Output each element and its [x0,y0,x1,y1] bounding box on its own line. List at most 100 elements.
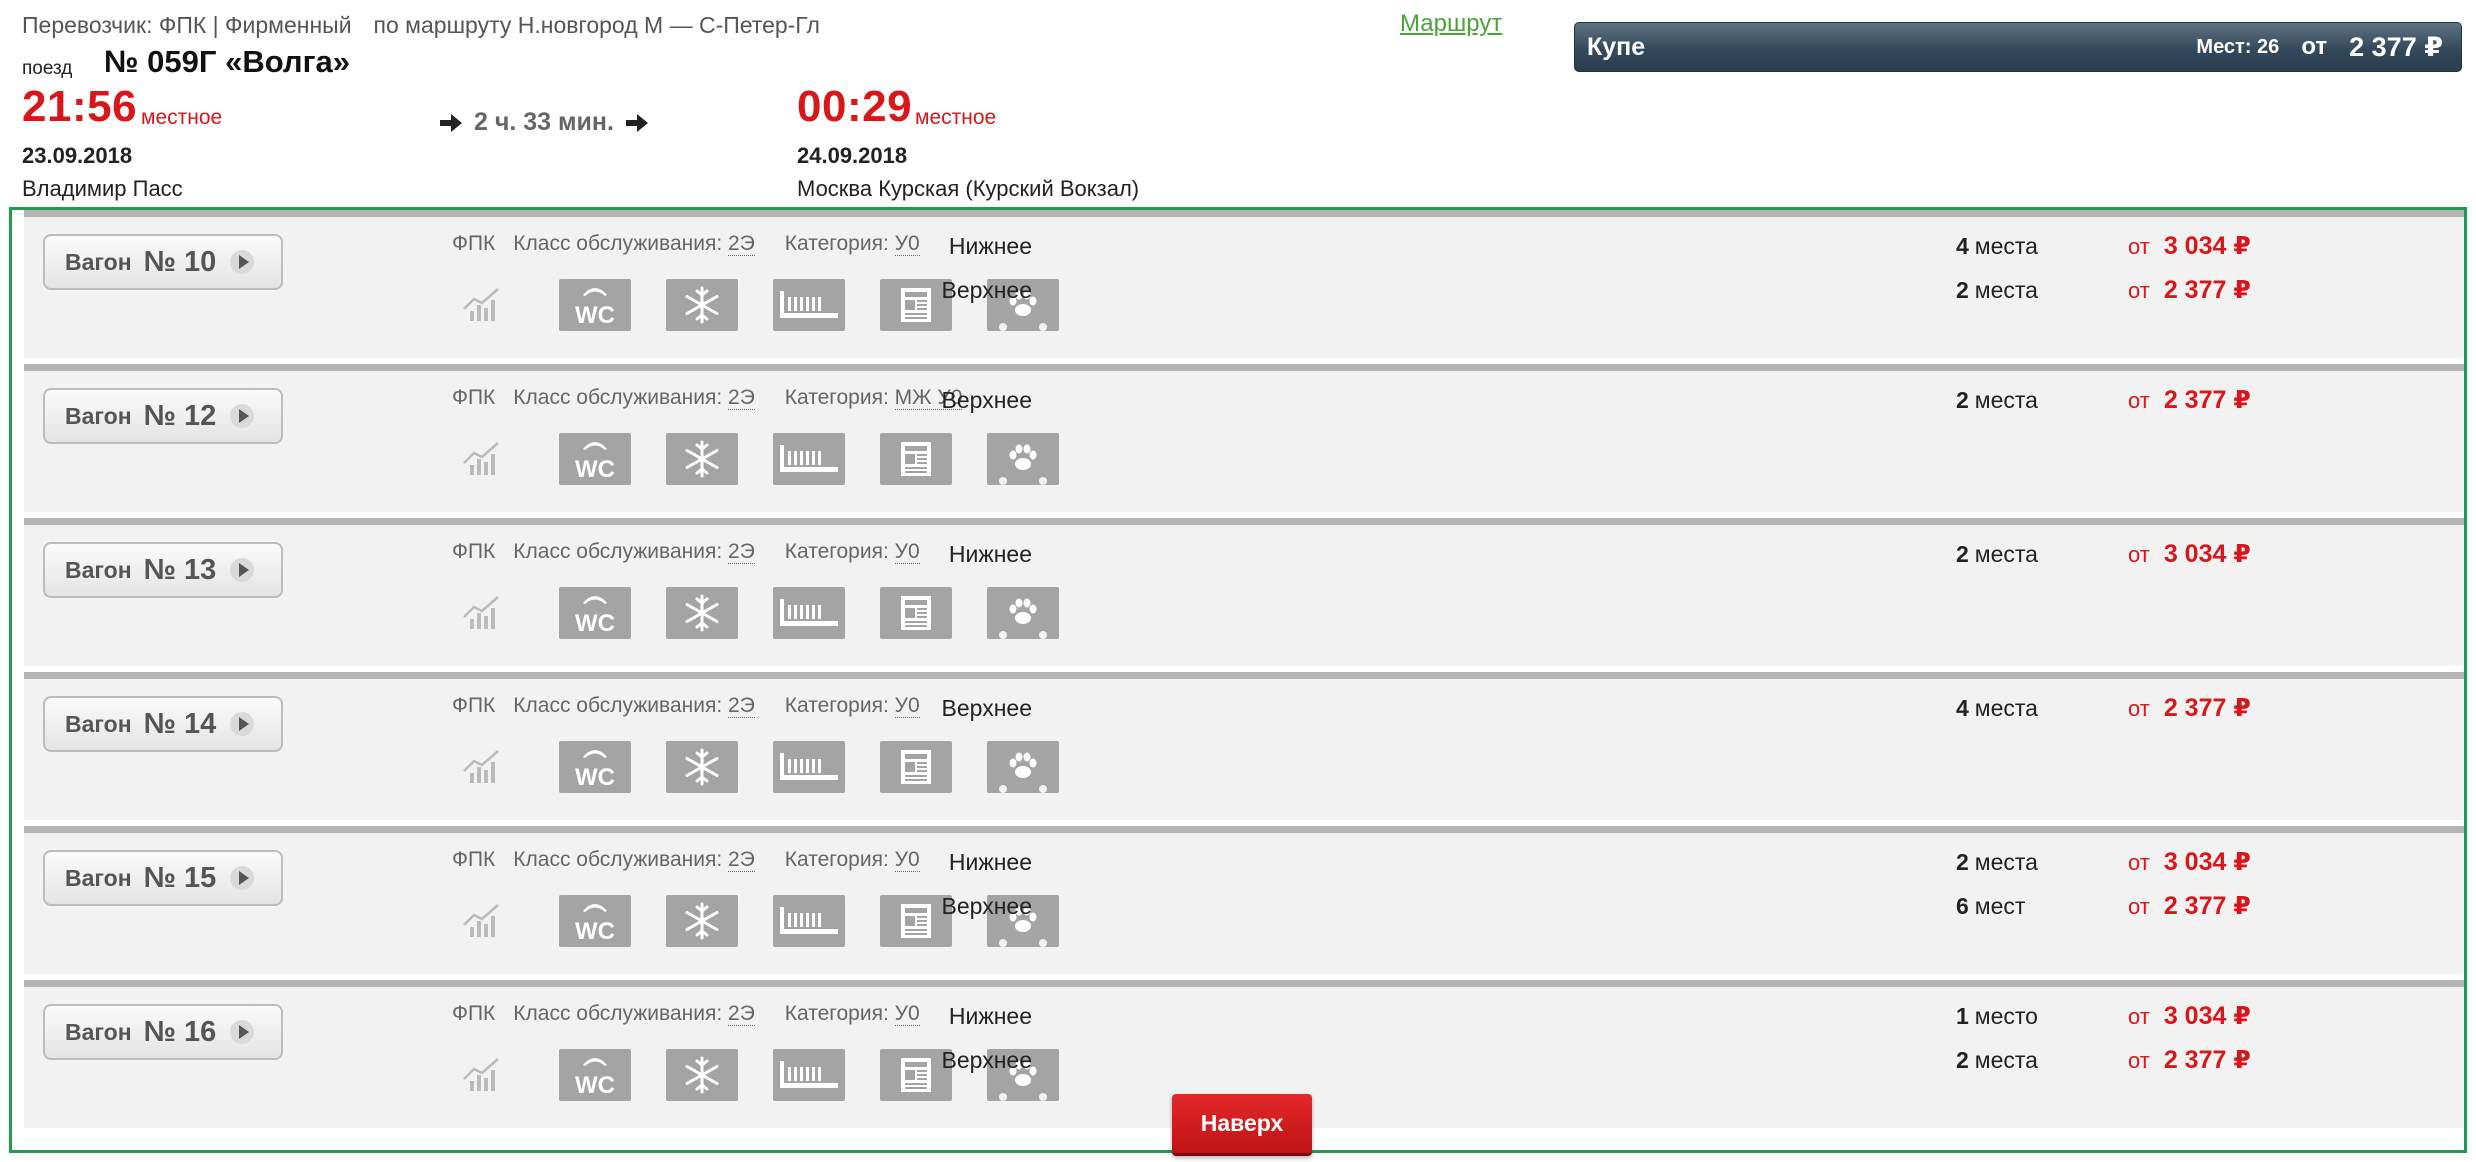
wc-icon[interactable]: WC [559,741,631,793]
toothbrush-kit-icon[interactable] [773,433,845,485]
price-value: 3 034 ₽ [2163,848,2251,876]
toothbrush-kit-icon[interactable] [773,587,845,639]
seat-option[interactable]: Верхнее 6 мест от 2 377 ₽ [24,891,2464,921]
seat-count: 6 мест [1956,893,2025,920]
trip-duration: 2 ч. 33 мин. [440,108,648,137]
seat-count: 4 места [1956,695,2038,722]
seat-option[interactable]: Нижнее 4 места от 3 034 ₽ [24,231,2464,261]
seat-price[interactable]: от 3 034 ₽ [2128,1001,2251,1031]
wagon-row: Вагон № 12 ФПК Класс обслуживания: 2Э Катего… [24,364,2464,512]
seat-count-unit: места [1974,848,2038,875]
seat-option[interactable]: Нижнее 2 места от 3 034 ₽ [24,847,2464,877]
pets-icon[interactable] [987,433,1059,485]
seat-count-unit: место [1974,1002,2038,1029]
pets-icon[interactable] [987,587,1059,639]
carrier-text: Перевозчик: ФПК | Фирменный [22,12,352,38]
price-value: 3 034 ₽ [2163,540,2251,568]
seat-count-unit: места [1974,386,2038,413]
duration-text: 2 ч. 33 мин. [474,108,614,136]
seat-price[interactable]: от 2 377 ₽ [2128,891,2251,921]
seat-count-number: 4 [1956,694,1969,721]
seat-count-unit: места [1974,1046,2038,1073]
svg-text:WC: WC [575,456,615,483]
amenity-icons: WC [462,587,1094,639]
route-link[interactable]: Маршрут [1400,10,1502,38]
seat-count-unit: места [1974,276,2038,303]
wagon-list: Вагон № 10 ФПК Класс обслуживания: 2Э Катего… [9,207,2467,1153]
price-from-label: от [2128,234,2150,259]
wagon-row: Вагон № 10 ФПК Класс обслуживания: 2Э Катего… [24,210,2464,358]
seat-type: Нижнее [948,540,1032,567]
seat-option[interactable]: Верхнее 2 места от 2 377 ₽ [24,1045,2464,1075]
wc-icon[interactable]: WC [559,433,631,485]
price-from-label: от [2128,278,2150,303]
price-from-label: от [2128,696,2150,721]
newspaper-icon[interactable] [880,433,952,485]
car-class-bar[interactable]: Купе Мест: 26 от 2 377 ₽ [1574,22,2462,72]
seat-count-number: 2 [1956,386,1969,413]
train-name: № 059Г «Волга» [104,44,350,79]
seat-count: 2 места [1956,277,2038,304]
arrow-right-icon [440,113,462,132]
seat-option[interactable]: Верхнее 4 места от 2 377 ₽ [24,693,2464,723]
toothbrush-kit-icon[interactable] [773,741,845,793]
price-from-label: от [2128,388,2150,413]
seat-option[interactable]: Нижнее 2 места от 3 034 ₽ [24,539,2464,569]
seat-price[interactable]: от 2 377 ₽ [2128,385,2251,415]
pets-icon[interactable] [987,741,1059,793]
seat-price[interactable]: от 3 034 ₽ [2128,539,2251,569]
seat-price[interactable]: от 2 377 ₽ [2128,1045,2251,1075]
seat-type: Нижнее [948,232,1032,259]
seat-count-number: 4 [1956,232,1969,259]
seat-count-number: 2 [1956,848,1969,875]
carrier-info: Перевозчик: ФПК | Фирменный по маршруту Н… [22,12,820,39]
rating-icon[interactable] [462,741,502,793]
route-text: по маршруту Н.новгород М — С-Петер-Гл [373,12,820,38]
rating-icon[interactable] [462,433,502,485]
car-class-name: Купе [1587,32,1646,61]
air-conditioning-icon[interactable] [666,433,738,485]
seat-option[interactable]: Нижнее 1 место от 3 034 ₽ [24,1001,2464,1031]
departure-station: Владимир Пасс [22,176,183,201]
air-conditioning-icon[interactable] [666,741,738,793]
price-from-label: от [2128,542,2150,567]
seat-price[interactable]: от 3 034 ₽ [2128,231,2251,261]
wc-icon[interactable]: WC [559,587,631,639]
seat-price[interactable]: от 3 034 ₽ [2128,847,2251,877]
seat-type: Верхнее [941,386,1032,413]
train-prefix: поезд [22,58,73,79]
seat-count: 2 места [1956,387,2038,414]
seat-type: Верхнее [941,892,1032,919]
svg-text:WC: WC [575,302,615,329]
seat-count-number: 6 [1956,892,1969,919]
departure-time-suffix: местное [141,106,223,129]
seat-option[interactable]: Верхнее 2 места от 2 377 ₽ [24,385,2464,415]
svg-text:WC: WC [575,764,615,791]
back-to-top-button[interactable]: Наверх [1172,1094,1312,1156]
rating-icon[interactable] [462,587,502,639]
wagon-row: Вагон № 15 ФПК Класс обслуживания: 2Э Катего… [24,826,2464,974]
price-value: 2 377 ₽ [2163,892,2251,920]
seat-count-unit: места [1974,694,2038,721]
seat-count-unit: места [1974,232,2038,259]
arrival-station: Москва Курская (Курский Вокзал) [797,176,1140,201]
arrival-time-suffix: местное [915,106,997,129]
air-conditioning-icon[interactable] [666,587,738,639]
svg-text:WC: WC [575,610,615,637]
newspaper-icon[interactable] [880,587,952,639]
car-class-price: 2 377 ₽ [2349,31,2443,62]
svg-text:WC: WC [575,918,615,945]
seat-count-number: 2 [1956,276,1969,303]
seat-price[interactable]: от 2 377 ₽ [2128,275,2251,305]
departure-time: 21:56 [22,82,138,131]
price-value: 2 377 ₽ [2163,276,2251,304]
seat-count-number: 2 [1956,540,1969,567]
wagon-row: Вагон № 13 ФПК Класс обслуживания: 2Э Катего… [24,518,2464,666]
seat-count: 4 места [1956,233,2038,260]
seat-type: Нижнее [948,1002,1032,1029]
seat-price[interactable]: от 2 377 ₽ [2128,693,2251,723]
newspaper-icon[interactable] [880,741,952,793]
price-value: 2 377 ₽ [2163,1046,2251,1074]
seat-type: Верхнее [941,1046,1032,1073]
seat-option[interactable]: Верхнее 2 места от 2 377 ₽ [24,275,2464,305]
